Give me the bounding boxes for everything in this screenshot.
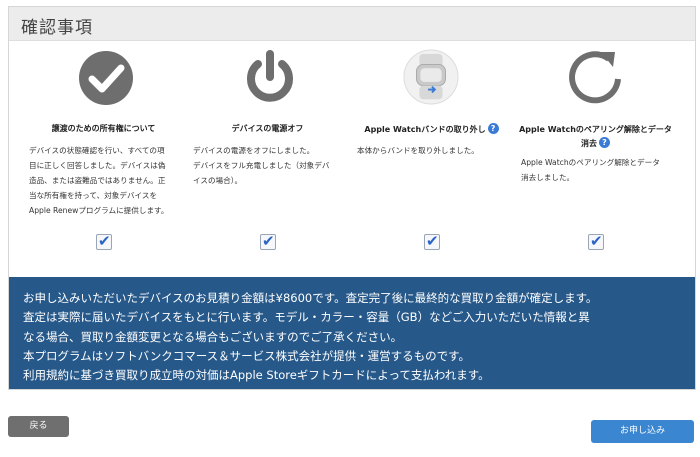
step-title: Apple Watchのペアリング解除とデータ 消去? xyxy=(519,125,672,148)
confirmation-panel: 確認事項 譲渡のための所有権について デバイスの状態確認を行い、すべての項 目に… xyxy=(8,6,696,390)
help-icon[interactable]: ? xyxy=(599,137,610,148)
notice-line: なる場合、買取り金額変更となる場合もございますのでご了承ください。 xyxy=(23,329,403,344)
apply-button[interactable]: お申し込み xyxy=(591,420,694,443)
panel-header: 確認事項 xyxy=(9,7,695,41)
step-description: デバイスの状態確認を行い、すべての項 目に正しく回答しました。デバイスは偽 造品… xyxy=(29,146,169,215)
power-icon xyxy=(247,50,293,102)
notice-line: 査定は実際に届いたデバイスをもとに行います。モデル・カラー・容量（GB）などご入… xyxy=(23,310,590,325)
back-button[interactable]: 戻る xyxy=(8,416,69,437)
refresh-icon xyxy=(569,51,621,104)
checkbox-power-off[interactable]: ✔ xyxy=(260,232,276,250)
step-description: Apple Watchのペアリング解除とデータ 消去しました。 xyxy=(521,158,660,182)
checkbox-unpair-erase[interactable]: ✔ xyxy=(588,232,604,250)
step-title: デバイスの電源オフ xyxy=(231,124,304,133)
help-icon[interactable]: ? xyxy=(487,123,499,134)
page-title: 確認事項 xyxy=(21,18,93,38)
checkmark-icon: ✔ xyxy=(590,232,603,250)
notice-line: 利用規約に基づき買取り成立時の対価はApple Storeギフトカードによって支… xyxy=(23,368,490,383)
apple-watch-band-icon xyxy=(403,49,459,105)
checkbox-watch-band[interactable]: ✔ xyxy=(424,232,440,250)
checkmark-icon: ✔ xyxy=(426,232,439,250)
notice-line: 本プログラムはソフトバンクコマース＆サービス株式会社が提供・運営するものです。 xyxy=(23,348,471,363)
checkmark-icon: ✔ xyxy=(98,232,111,250)
checkmark-circle-icon xyxy=(79,51,133,105)
step-title: Apple Watchバンドの取り外し? xyxy=(349,123,514,135)
checkmark-icon: ✔ xyxy=(262,232,275,250)
quote-notice: お申し込みいただいたデバイスのお見積り金額は¥8600です。査定完了後に最終的な… xyxy=(9,277,695,389)
step-description: 本体からバンドを取り外しました。 xyxy=(357,146,479,155)
step-title: 譲渡のための所有権について xyxy=(51,124,156,133)
checkbox-ownership[interactable]: ✔ xyxy=(96,232,112,250)
step-description: デバイスの電源をオフにしました。 デバイスをフル充電しました（対象デバ イスの場… xyxy=(193,146,330,185)
notice-line: お申し込みいただいたデバイスのお見積り金額は¥8600です。査定完了後に最終的な… xyxy=(23,291,598,305)
